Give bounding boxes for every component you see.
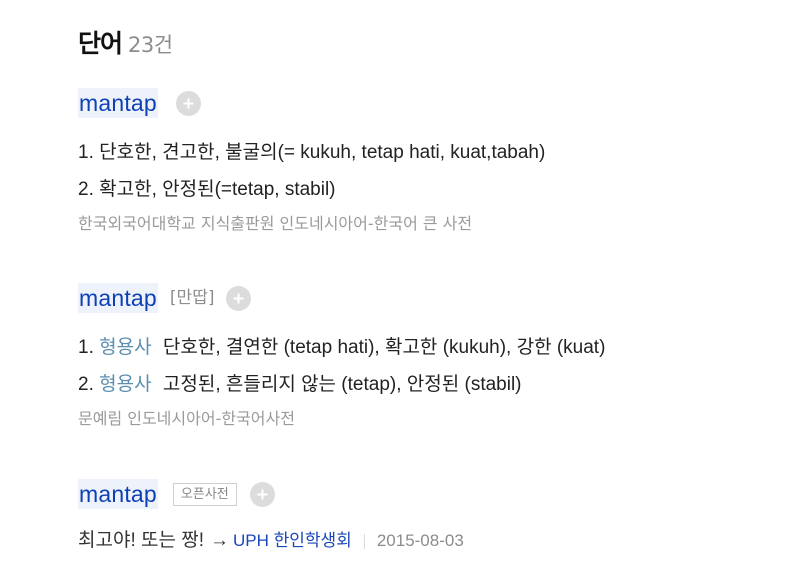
add-to-wordbook-button[interactable] [226, 285, 252, 311]
definition-item: 1. 단호한, 견고한, 불굴의(= kukuh, tetap hati, ku… [78, 134, 778, 171]
arrow-right-icon: → [210, 530, 229, 551]
add-to-wordbook-button[interactable] [175, 90, 201, 116]
definition-list: 1. 단호한, 견고한, 불굴의(= kukuh, tetap hati, ku… [78, 134, 778, 208]
dictionary-entry: mantap [만땁] 1. 형용사 단호한, 결연한 (tetap hati)… [78, 281, 778, 431]
dictionary-entry: mantap 1. 단호한, 견고한, 불굴의(= kukuh, tetap h… [78, 86, 778, 236]
definition-text: 고정된, 흔들리지 않는 (tetap), 안정된 (stabil) [162, 374, 522, 395]
result-count: 23건 [128, 33, 173, 57]
entry-date: 2015-08-03 [376, 531, 464, 550]
definition-text: 단호한, 결연한 (tetap hati), 확고한 (kukuh), 강한 (… [162, 337, 606, 358]
definition-number: 2. [78, 374, 94, 395]
part-of-speech: 형용사 [99, 337, 152, 358]
definition-list: 1. 형용사 단호한, 결연한 (tetap hati), 확고한 (kukuh… [78, 329, 778, 403]
dictionary-source: 한국외국어대학교 지식출판원 인도네시아어-한국어 큰 사전 [78, 214, 473, 233]
pronunciation: [만땁] [169, 288, 215, 308]
definition-item: 1. 형용사 단호한, 결연한 (tetap hati), 확고한 (kukuh… [78, 329, 778, 366]
divider [363, 533, 365, 549]
definition-item: 2. 확고한, 안정된(=tetap, stabil) [78, 171, 778, 208]
word-link[interactable]: mantap [78, 88, 158, 118]
dictionary-entry: mantap 오픈사전 최고야! 또는 짱! → UPH 한인학생회 2015-… [78, 477, 778, 556]
open-definition: 최고야! 또는 짱! → UPH 한인학생회 2015-08-03 [78, 526, 778, 556]
add-to-wordbook-button[interactable] [249, 481, 275, 507]
definition-number: 2. [78, 179, 94, 200]
part-of-speech: 형용사 [99, 374, 152, 395]
definition-text: 단호한, 견고한, 불굴의(= kukuh, tetap hati, kuat,… [99, 142, 546, 163]
open-dictionary-badge: 오픈사전 [172, 482, 237, 506]
definition-item: 2. 형용사 고정된, 흔들리지 않는 (tetap), 안정된 (stabil… [78, 366, 778, 403]
author-link[interactable]: UPH 한인학생회 [233, 526, 352, 556]
plus-circle-icon [233, 293, 244, 303]
plus-circle-icon [183, 98, 194, 108]
definition-number: 1. [78, 337, 94, 358]
entry-head: mantap [78, 86, 778, 120]
definition-text: 최고야! 또는 짱! [78, 530, 204, 551]
definition-number: 1. [78, 142, 94, 163]
section-title: 단어 [78, 29, 123, 58]
plus-circle-icon [257, 489, 268, 499]
word-link[interactable]: mantap [78, 479, 158, 509]
dictionary-source: 문예림 인도네시아어-한국어사전 [78, 409, 295, 428]
word-link[interactable]: mantap [78, 283, 158, 313]
definition-text: 확고한, 안정된(=tetap, stabil) [99, 179, 336, 200]
entry-head: mantap [만땁] [78, 281, 778, 315]
results-header: 단어 23건 [78, 24, 173, 58]
entry-head: mantap 오픈사전 [78, 477, 778, 511]
